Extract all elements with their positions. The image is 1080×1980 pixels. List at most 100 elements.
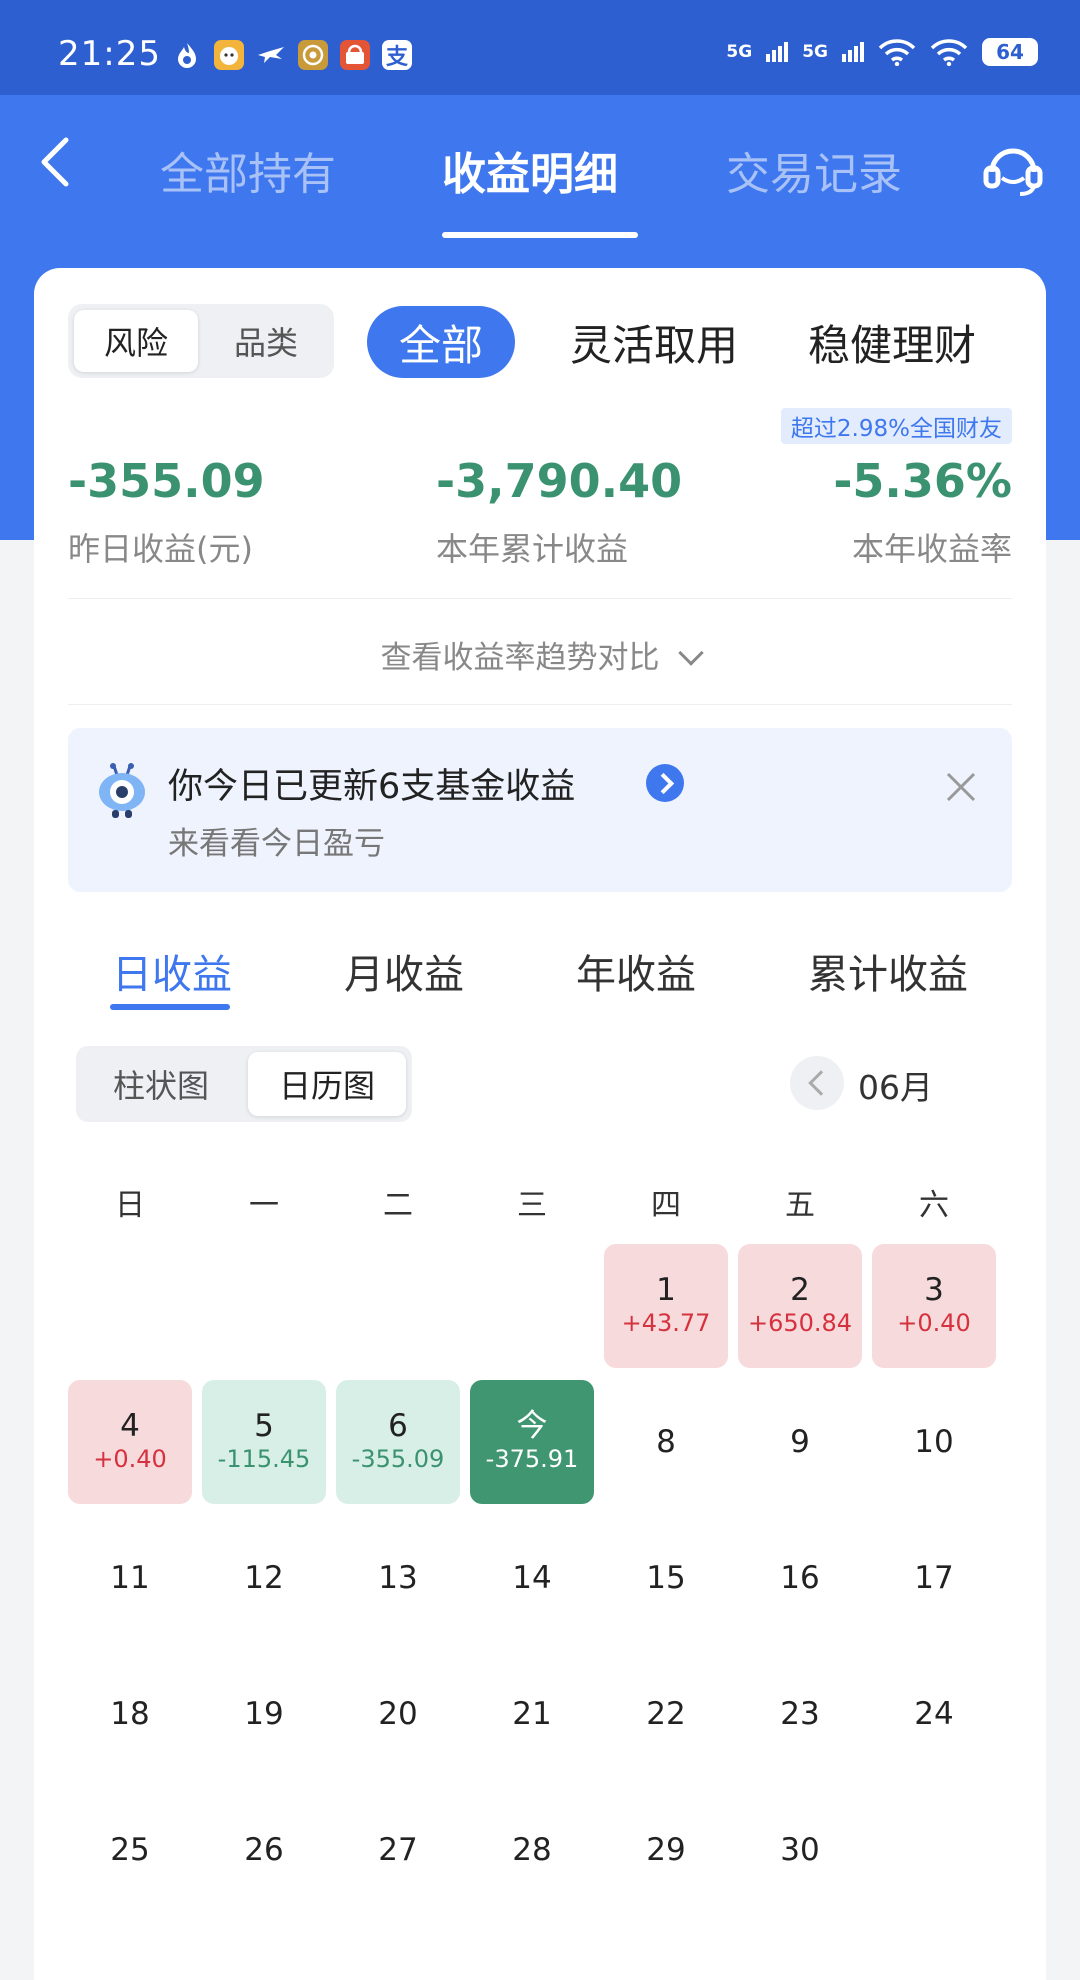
calendar-day-cell[interactable]: 10 [872,1380,996,1504]
calendar-day-number: 4 [120,1408,140,1444]
calendar-day-cell[interactable]: 今 -375.91 [470,1380,594,1504]
calendar-day-cell[interactable]: 1 +43.77 [604,1244,728,1368]
segment-risk[interactable]: 风险 [74,310,198,372]
battery-icon: 64 [982,38,1038,66]
notice-arrow-icon[interactable] [646,764,684,802]
weekday-label: 一 [249,1188,279,1223]
tab-cumulative-earnings[interactable]: 累计收益 [808,942,968,1000]
notice-title: 你今日已更新6支基金收益 [168,767,576,807]
chevron-left-icon [41,137,69,187]
tab-transactions[interactable]: 交易记录 [726,138,902,202]
calendar-day-number: 22 [646,1696,686,1732]
calendar-day-cell[interactable]: 23 [738,1652,862,1776]
calendar-day-number: 12 [244,1560,284,1596]
tab-yearly-earnings[interactable]: 年收益 [576,942,696,1000]
calendar-day-cell[interactable]: 4 +0.40 [68,1380,192,1504]
calendar-day-cell[interactable]: 12 [202,1516,326,1640]
chevron-down-icon [677,640,704,666]
calendar-day-cell[interactable]: 18 [68,1652,192,1776]
calendar-day-cell[interactable]: 20 [336,1652,460,1776]
calendar-day-cell[interactable]: 29 [604,1788,728,1912]
segment-category[interactable]: 品类 [204,310,328,372]
earnings-card: 风险 品类 全部 灵活取用 稳健理财 超过2.98%全国财友 -355.09 昨… [34,268,1046,1980]
chip-flexible[interactable]: 灵活取用 [570,312,738,373]
view-calendar[interactable]: 日历图 [248,1052,406,1116]
view-toggle: 柱状图 日历图 [76,1046,412,1122]
calendar-day-cell[interactable]: 9 [738,1380,862,1504]
update-notice[interactable]: 你今日已更新6支基金收益 来看看今日盈亏 [68,728,1012,892]
calendar-day-cell[interactable]: 17 [872,1516,996,1640]
calendar-day-cell[interactable]: 13 [336,1516,460,1640]
grouping-segment: 风险 品类 [68,304,334,378]
calendar-day-cell[interactable]: 28 [470,1788,594,1912]
calendar-day-number: 30 [780,1832,820,1868]
calendar-day-cell[interactable]: 25 [68,1788,192,1912]
ytd-return-rate-value: -5.36% [833,454,1012,508]
signal-5g-2: 5G [802,42,828,62]
calendar-day-number: 2 [790,1272,810,1308]
tab-earnings-detail[interactable]: 收益明细 [442,138,618,202]
calendar-day-number: 26 [244,1832,284,1868]
tab-daily-earnings[interactable]: 日收益 [112,942,232,1000]
back-button[interactable] [36,132,76,192]
weekday-label: 五 [785,1188,815,1223]
calendar-day-cell[interactable]: 15 [604,1516,728,1640]
divider [68,704,1012,705]
calendar-day-number: 16 [780,1560,820,1596]
signal-bars-icon [766,42,789,62]
calendar-day-cell[interactable]: 30 [738,1788,862,1912]
calendar-day-cell[interactable]: 11 [68,1516,192,1640]
calendar-day-earnings: +0.40 [897,1309,971,1337]
calendar-day-cell[interactable]: 22 [604,1652,728,1776]
calendar-day-number: 9 [790,1424,810,1460]
calendar-day-cell[interactable]: 3 +0.40 [872,1244,996,1368]
calendar-day-cell[interactable]: 27 [336,1788,460,1912]
calendar-day-number: 1 [656,1272,676,1308]
calendar-day-number: 6 [388,1408,408,1444]
calendar-day-number: 19 [244,1696,284,1732]
signal-5g-1: 5G [726,42,753,62]
trend-compare-link[interactable]: 查看收益率趋势对比 [34,632,1046,677]
calendar-day-earnings: +43.77 [621,1309,711,1337]
ytd-earnings-label: 本年累计收益 [436,530,629,568]
calendar-day-number: 8 [656,1424,676,1460]
weekday-label: 三 [517,1188,547,1223]
chip-steady[interactable]: 稳健理财 [808,312,976,373]
calendar-day-number: 23 [780,1696,820,1732]
close-icon[interactable] [944,770,978,804]
calendar-day-cell[interactable]: 8 [604,1380,728,1504]
chip-all[interactable]: 全部 [367,306,515,378]
wifi-icon [878,39,916,66]
calendar-day-cell[interactable]: 16 [738,1516,862,1640]
tab-monthly-earnings[interactable]: 月收益 [344,942,464,1000]
calendar-day-cell[interactable]: 6 -355.09 [336,1380,460,1504]
calendar-day-cell[interactable]: 14 [470,1516,594,1640]
calendar-day-cell[interactable]: 26 [202,1788,326,1912]
status-app-icons: 支 [172,40,412,70]
prev-month-button[interactable] [790,1056,844,1110]
calendar-day-cell[interactable]: 19 [202,1652,326,1776]
calendar-day-cell[interactable]: 21 [470,1652,594,1776]
calendar-day-cell[interactable]: 2 +650.84 [738,1244,862,1368]
customer-service-button[interactable] [980,136,1046,202]
weekday-label: 六 [919,1188,949,1223]
weekday-label: 日 [115,1188,145,1223]
calendar-day-number: 24 [914,1696,954,1732]
tab-all-holdings[interactable]: 全部持有 [160,138,336,202]
view-bar-chart[interactable]: 柱状图 [82,1052,240,1116]
calendar-day-cell[interactable]: 5 -115.45 [202,1380,326,1504]
status-time: 21:25 [58,34,161,74]
calendar-day-number: 15 [646,1560,686,1596]
month-label: 06月 [858,1068,933,1107]
flame-app-icon [172,40,202,70]
wifi-icon [930,39,968,66]
calendar-day-number: 17 [914,1560,954,1596]
yesterday-earnings-value: -355.09 [68,454,265,508]
calendar-day-cell[interactable]: 24 [872,1652,996,1776]
divider [68,598,1012,599]
calendar-day-number: 27 [378,1832,418,1868]
calendar-day-number: 3 [924,1272,944,1308]
trend-compare-label: 查看收益率趋势对比 [380,640,660,676]
tab-active-indicator [442,232,638,238]
status-indicators: 5G 5G 64 [726,38,1038,66]
